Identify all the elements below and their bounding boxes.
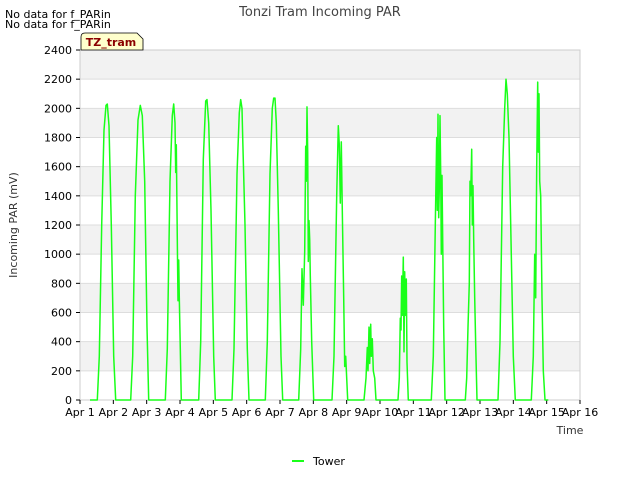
x-axis-ticks: Apr 1 Apr 2 Apr 3 Apr 4 Apr 5 Apr 6 Apr 7 Apr 8… bbox=[65, 400, 598, 419]
site-badge-label: TZ_tram bbox=[86, 36, 137, 49]
x-axis-label: Time bbox=[556, 424, 584, 437]
y-tick-label: 800 bbox=[51, 277, 72, 290]
legend: Tower bbox=[292, 453, 345, 469]
x-tick-label: Apr 7 bbox=[265, 406, 295, 419]
x-tick-label: Apr 10 bbox=[362, 406, 399, 419]
x-tick-label: Apr 5 bbox=[199, 406, 229, 419]
legend-label-tower: Tower bbox=[313, 454, 345, 468]
x-tick-label: Apr 14 bbox=[495, 406, 532, 419]
y-tick-label: 2400 bbox=[44, 44, 72, 57]
y-tick-label: 1400 bbox=[44, 190, 72, 203]
legend-swatch-tower bbox=[292, 460, 304, 462]
x-tick-label: Apr 16 bbox=[562, 406, 599, 419]
x-tick-label: Apr 6 bbox=[232, 406, 262, 419]
x-tick-label: Apr 3 bbox=[132, 406, 162, 419]
y-tick-label: 1600 bbox=[44, 161, 72, 174]
plot-band bbox=[80, 50, 580, 80]
y-tick-label: 200 bbox=[51, 365, 72, 378]
x-tick-label: Apr 15 bbox=[528, 406, 565, 419]
y-tick-label: 1800 bbox=[44, 132, 72, 145]
plot-band bbox=[80, 225, 580, 255]
x-tick-label: Apr 4 bbox=[165, 406, 195, 419]
y-tick-label: 2000 bbox=[44, 102, 72, 115]
x-tick-label: Apr 11 bbox=[395, 406, 432, 419]
plot-band bbox=[80, 166, 580, 196]
y-tick-label: 1200 bbox=[44, 219, 72, 232]
x-tick-label: Apr 9 bbox=[332, 406, 362, 419]
chart-canvas: 0200400600800100012001400160018002000220… bbox=[7, 5, 598, 437]
y-tick-label: 2200 bbox=[44, 73, 72, 86]
x-tick-label: Apr 12 bbox=[428, 406, 465, 419]
y-tick-label: 1000 bbox=[44, 248, 72, 261]
site-badge: TZ_tram bbox=[80, 32, 144, 51]
plot-band bbox=[80, 283, 580, 313]
y-axis-ticks: 0200400600800100012001400160018002000220… bbox=[44, 44, 80, 407]
x-tick-label: Apr 8 bbox=[299, 406, 329, 419]
y-axis-label: Incoming PAR (mV) bbox=[7, 172, 20, 278]
y-tick-label: 600 bbox=[51, 307, 72, 320]
y-tick-label: 400 bbox=[51, 336, 72, 349]
x-tick-label: Apr 2 bbox=[99, 406, 129, 419]
chart-title: Tonzi Tram Incoming PAR bbox=[238, 5, 401, 20]
x-tick-label: Apr 1 bbox=[65, 406, 95, 419]
plot-band bbox=[80, 341, 580, 371]
x-tick-label: Apr 13 bbox=[462, 406, 499, 419]
